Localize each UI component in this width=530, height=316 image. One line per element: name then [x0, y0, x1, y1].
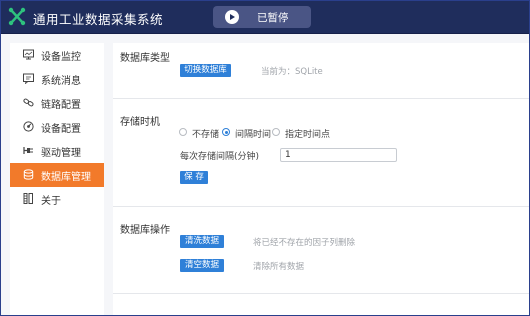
interval-field-label: 每次存储间隔(分钟): [180, 152, 260, 162]
section-divider: [113, 206, 529, 207]
sidebar-item-device-monitor[interactable]: 设备监控: [10, 43, 104, 67]
app-title: 通用工业数据采集系统: [33, 12, 164, 27]
current-database-hint: 当前为：SQLite: [261, 67, 323, 77]
radio-label-specified-time: 指定时间点: [285, 130, 331, 140]
db-operations-section-title: 数据库操作: [120, 225, 170, 236]
top-bar: 通用工业数据采集系统 已暂停: [1, 1, 529, 34]
storage-timing-section-title: 存储时机: [120, 117, 160, 128]
link-icon: [23, 98, 34, 107]
settings-dial-icon: [23, 121, 34, 132]
sidebar: 设备监控 系统消息 链路配置 设备配置 驱动管理 数据库管理 关于: [10, 43, 104, 315]
switch-database-button[interactable]: 切换数据库: [180, 64, 231, 77]
section-divider: [113, 98, 529, 99]
about-icon: [23, 193, 33, 204]
app-window: 通用工业数据采集系统 已暂停 设备监控 系统消息 链路配置 设备配置 驱动管理 …: [0, 0, 530, 316]
interval-minutes-input[interactable]: 1: [280, 148, 397, 162]
database-settings-panel: 数据库类型 切换数据库 当前为：SQLite 存储时机 不存储 间隔时间 指定时…: [113, 43, 529, 315]
message-icon: [23, 73, 34, 84]
radio-no-storage[interactable]: [179, 128, 187, 136]
sidebar-item-about[interactable]: 关于: [10, 187, 104, 211]
sidebar-item-system-messages[interactable]: 系统消息: [10, 67, 104, 91]
save-button[interactable]: 保 存: [180, 171, 208, 184]
app-logo-icon: [8, 7, 26, 26]
sidebar-item-driver-management[interactable]: 驱动管理: [10, 139, 104, 163]
radio-label-no-storage: 不存储: [192, 130, 220, 140]
sidebar-item-label: 关于: [41, 196, 61, 207]
clear-data-button[interactable]: 清空数据: [180, 259, 224, 272]
sidebar-item-label: 设备监控: [41, 52, 81, 63]
sidebar-item-label: 系统消息: [41, 76, 81, 87]
sidebar-item-label: 链路配置: [41, 100, 81, 111]
clean-data-button[interactable]: 清洗数据: [180, 235, 224, 248]
section-divider: [113, 293, 529, 294]
run-status-label: 已暂停: [257, 12, 289, 24]
clean-data-hint: 将已经不存在的因子列删除: [253, 238, 356, 248]
sidebar-item-label: 驱动管理: [41, 148, 81, 159]
driver-icon: [23, 147, 33, 154]
play-icon: [225, 10, 239, 24]
sidebar-item-device-config[interactable]: 设备配置: [10, 115, 104, 139]
run-status-toggle[interactable]: 已暂停: [213, 6, 311, 28]
radio-specified-time[interactable]: [272, 128, 280, 136]
monitor-icon: [23, 49, 34, 60]
clear-data-hint: 清除所有数据: [253, 262, 305, 272]
db-type-section-title: 数据库类型: [120, 53, 170, 64]
sidebar-item-label: 数据库管理: [41, 172, 91, 183]
sidebar-item-label: 设备配置: [41, 124, 81, 135]
sidebar-item-database-management[interactable]: 数据库管理: [10, 163, 104, 187]
radio-interval-time[interactable]: [222, 128, 230, 136]
database-icon: [23, 169, 34, 180]
radio-label-interval-time: 间隔时间: [235, 130, 272, 140]
sidebar-item-link-config[interactable]: 链路配置: [10, 91, 104, 115]
